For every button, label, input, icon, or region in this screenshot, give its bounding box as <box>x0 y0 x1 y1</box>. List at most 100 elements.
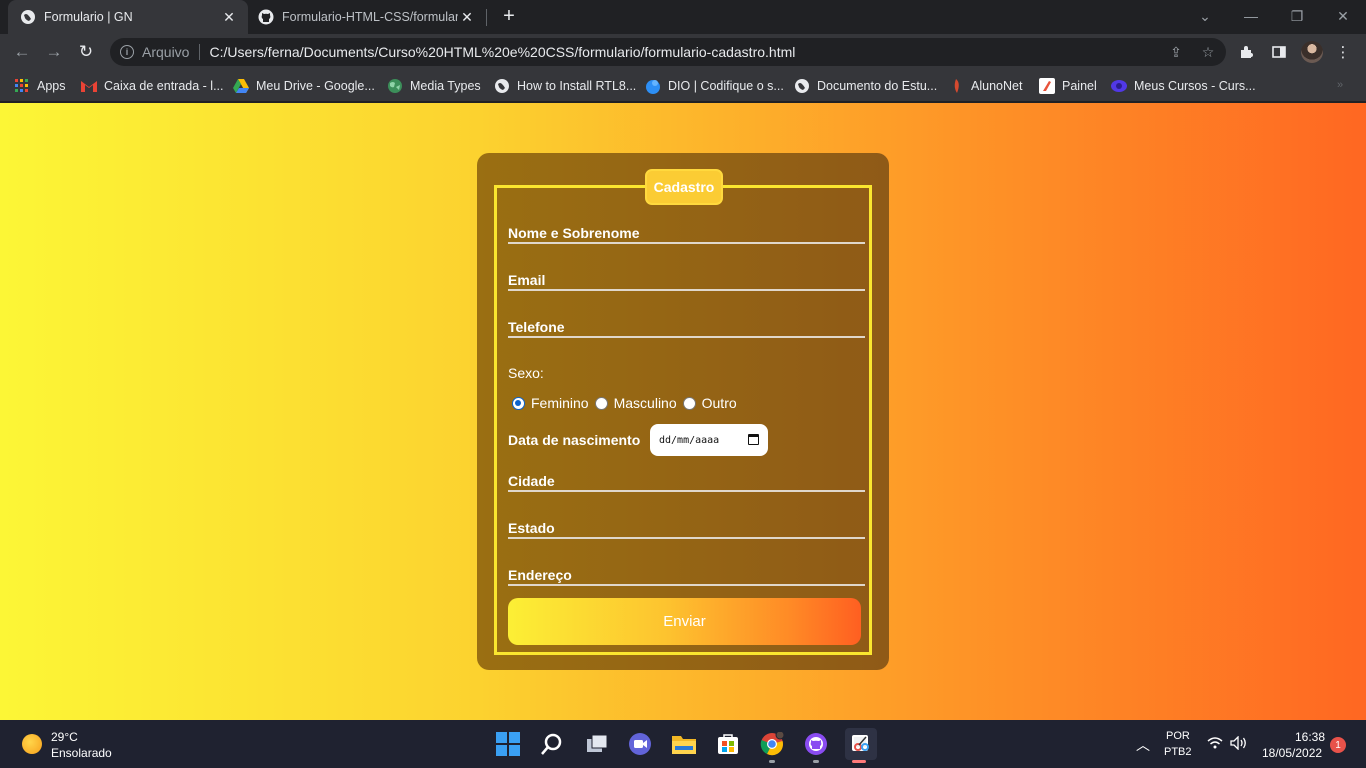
tab-formulario-gn[interactable]: Formulario | GN ✕ <box>8 0 248 34</box>
weather-description[interactable]: Ensolarado <box>51 746 112 760</box>
minimize-button[interactable]: — <box>1228 0 1274 32</box>
info-icon[interactable]: i <box>120 45 134 59</box>
cidade-field[interactable]: Cidade <box>508 471 865 492</box>
globe-icon <box>794 78 810 94</box>
omnibox-separator <box>199 44 201 60</box>
bookmark-dio[interactable]: DIO | Codifique o s... <box>645 76 784 96</box>
wifi-icon[interactable] <box>1207 736 1223 753</box>
search-icon[interactable] <box>539 731 565 757</box>
bookmark-label: How to Install RTL8... <box>517 79 637 93</box>
volume-icon[interactable] <box>1230 735 1248 753</box>
forward-button[interactable]: → <box>41 39 67 65</box>
bookmark-alunonet[interactable]: AlunoNet <box>948 76 1022 96</box>
bookmark-label: Media Types <box>410 79 481 93</box>
windows-start-icon[interactable] <box>495 731 521 757</box>
restore-button[interactable]: ❐ <box>1274 0 1320 32</box>
close-window-button[interactable]: ✕ <box>1320 0 1366 32</box>
running-indicator <box>813 760 819 763</box>
telefone-field[interactable]: Telefone <box>508 317 865 338</box>
url-text[interactable]: C:/Users/ferna/Documents/Curso%20HTML%20… <box>209 44 795 60</box>
tab-strip: Formulario | GN ✕ Formulario-HTML-CSS/fo… <box>0 0 1366 34</box>
globe-icon <box>20 9 36 25</box>
extensions-icon[interactable] <box>1238 43 1256 61</box>
bookmark-documento[interactable]: Documento do Estu... <box>794 76 937 96</box>
radio-feminino[interactable] <box>512 396 525 410</box>
painel-icon <box>1039 78 1055 94</box>
notification-badge[interactable]: 1 <box>1330 737 1346 753</box>
cursos-icon <box>1111 78 1127 94</box>
bookmark-drive[interactable]: Meu Drive - Google... <box>233 76 375 96</box>
github-desktop-icon[interactable] <box>803 731 829 757</box>
bookmark-label: Caixa de entrada - l... <box>104 79 224 93</box>
close-tab-icon[interactable]: ✕ <box>220 8 238 26</box>
more-bookmarks-icon[interactable]: » <box>1337 79 1343 91</box>
nome-label: Nome e Sobrenome <box>508 225 640 241</box>
clock-date[interactable]: 18/05/2022 <box>1262 746 1322 760</box>
bookmark-media-types[interactable]: Media Types <box>387 76 481 96</box>
chevron-up-icon[interactable]: ︿ <box>1136 735 1150 755</box>
tab-github-formulario[interactable]: Formulario-HTML-CSS/formulario ✕ <box>248 0 486 34</box>
github-icon <box>258 9 274 25</box>
email-field[interactable]: Email <box>508 270 865 291</box>
bookmark-apps[interactable]: Apps <box>14 76 66 96</box>
bookmark-star-icon[interactable]: ☆ <box>1199 43 1217 61</box>
language-line2[interactable]: PTB2 <box>1164 746 1192 758</box>
address-bar[interactable]: i Arquivo C:/Users/ferna/Documents/Curso… <box>110 38 1226 66</box>
side-panel-icon[interactable] <box>1270 43 1288 61</box>
chrome-icon[interactable] <box>759 731 785 757</box>
globe-icon <box>387 78 403 94</box>
email-label: Email <box>508 272 546 288</box>
back-button[interactable]: ← <box>9 39 35 65</box>
estado-field[interactable]: Estado <box>508 518 865 539</box>
form-fieldset: Cadastro Nome e Sobrenome Email Telefone… <box>494 169 872 655</box>
globe-icon <box>494 78 510 94</box>
bookmark-label: Apps <box>37 79 66 93</box>
close-tab-icon[interactable]: ✕ <box>458 8 476 26</box>
task-view-icon[interactable] <box>584 731 610 757</box>
snipping-tool-icon[interactable] <box>845 728 877 760</box>
calendar-icon[interactable] <box>748 434 759 445</box>
clock-time[interactable]: 16:38 <box>1295 730 1325 744</box>
telefone-label: Telefone <box>508 319 565 335</box>
endereco-field[interactable]: Endereço <box>508 565 865 586</box>
share-icon[interactable]: ⇪ <box>1167 43 1185 61</box>
language-line1[interactable]: POR <box>1166 730 1190 742</box>
bookmark-label: Meu Drive - Google... <box>256 79 375 93</box>
scheme-label: Arquivo <box>142 44 190 60</box>
bookmark-rtl8[interactable]: How to Install RTL8... <box>494 76 636 96</box>
tab-search-icon[interactable]: ⌄ <box>1182 0 1228 32</box>
bookmark-label: Meus Cursos - Curs... <box>1134 79 1256 93</box>
sun-icon[interactable] <box>22 734 42 754</box>
apps-grid-icon <box>14 78 30 94</box>
nome-field[interactable]: Nome e Sobrenome <box>508 223 865 244</box>
page-background: Cadastro Nome e Sobrenome Email Telefone… <box>0 103 1366 720</box>
menu-kebab-icon[interactable]: ⋮ <box>1334 43 1352 61</box>
bookmark-label: AlunoNet <box>971 79 1023 93</box>
drive-icon <box>233 78 249 94</box>
bookmarks-bar: Apps Caixa de entrada - l... Meu Drive -… <box>0 70 1366 102</box>
bookmark-label: Documento do Estu... <box>817 79 938 93</box>
radio-label-outro: Outro <box>701 395 737 411</box>
bookmark-meus-cursos[interactable]: Meus Cursos - Curs... <box>1111 76 1256 96</box>
endereco-label: Endereço <box>508 567 572 583</box>
tab-separator <box>486 9 487 26</box>
birth-label: Data de nascimento <box>508 432 641 448</box>
reload-button[interactable]: ↻ <box>73 39 99 65</box>
bookmark-label: Painel <box>1062 79 1097 93</box>
active-indicator <box>852 760 866 763</box>
new-tab-button[interactable]: + <box>498 5 520 27</box>
submit-button[interactable]: Enviar <box>508 598 861 645</box>
microsoft-store-icon[interactable] <box>715 731 741 757</box>
radio-masculino[interactable] <box>594 396 608 410</box>
bookmark-painel[interactable]: Painel <box>1039 76 1097 96</box>
radio-outro[interactable] <box>682 396 696 410</box>
file-explorer-icon[interactable] <box>671 731 697 757</box>
date-placeholder: dd/mm/aaaa <box>659 434 720 446</box>
profile-avatar[interactable] <box>1301 41 1323 63</box>
bookmark-label: DIO | Codifique o s... <box>668 79 784 93</box>
weather-temperature[interactable]: 29°C <box>51 730 78 744</box>
running-indicator <box>769 760 775 763</box>
bookmark-gmail[interactable]: Caixa de entrada - l... <box>81 76 224 96</box>
teams-chat-icon[interactable] <box>627 731 653 757</box>
birth-date-input[interactable]: dd/mm/aaaa <box>650 424 768 456</box>
